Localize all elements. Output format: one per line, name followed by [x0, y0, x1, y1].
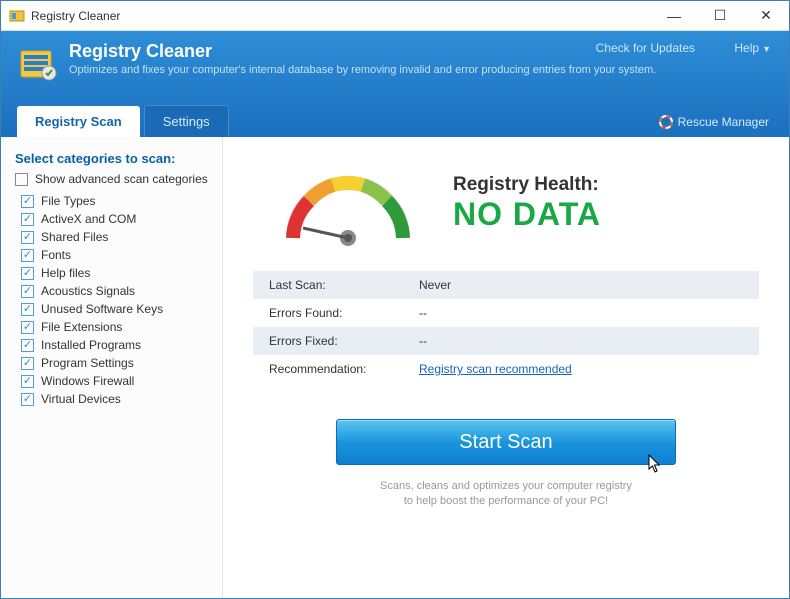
errors-fixed-label: Errors Fixed:	[269, 334, 419, 348]
tab-registry-scan[interactable]: Registry Scan	[17, 106, 140, 137]
category-label: Windows Firewall	[41, 374, 134, 388]
category-label: File Extensions	[41, 320, 122, 334]
app-window: Registry Cleaner — ☐ ✕ Check for Updates…	[0, 0, 790, 599]
checkbox-icon: ✓	[21, 267, 34, 280]
checkbox-icon: ✓	[21, 375, 34, 388]
category-label: Virtual Devices	[41, 392, 121, 406]
stat-errors-found: Errors Found: --	[253, 299, 759, 327]
check-updates-link[interactable]: Check for Updates	[596, 41, 695, 55]
category-checkbox[interactable]: ✓ Acoustics Signals	[21, 284, 208, 298]
health-row: Registry Health: NO DATA	[253, 153, 759, 253]
checkbox-icon	[15, 173, 28, 186]
last-scan-label: Last Scan:	[269, 278, 419, 292]
tab-settings[interactable]: Settings	[144, 105, 229, 137]
stat-last-scan: Last Scan: Never	[253, 271, 759, 299]
checkbox-icon: ✓	[21, 393, 34, 406]
category-checkbox[interactable]: ✓ Program Settings	[21, 356, 208, 370]
category-label: Installed Programs	[41, 338, 141, 352]
category-checkbox[interactable]: ✓ Unused Software Keys	[21, 302, 208, 316]
errors-fixed-value: --	[419, 334, 427, 348]
stat-recommendation: Recommendation: Registry scan recommende…	[253, 355, 759, 383]
health-title: Registry Health:	[453, 174, 601, 196]
footnote: Scans, cleans and optimizes your compute…	[380, 479, 632, 510]
errors-found-value: --	[419, 306, 427, 320]
category-checkbox[interactable]: ✓ ActiveX and COM	[21, 212, 208, 226]
checkbox-icon: ✓	[21, 303, 34, 316]
category-list: ✓ File Types ✓ ActiveX and COM ✓ Shared Files…	[21, 194, 208, 406]
checkbox-icon: ✓	[21, 249, 34, 262]
main-panel: Registry Health: NO DATA Last Scan: Neve…	[223, 137, 789, 598]
checkbox-icon: ✓	[21, 357, 34, 370]
category-label: Program Settings	[41, 356, 134, 370]
category-label: Acoustics Signals	[41, 284, 135, 298]
category-label: ActiveX and COM	[41, 212, 136, 226]
header: Check for Updates Help▼ Registry Cleaner…	[1, 31, 789, 137]
gauge-icon	[273, 153, 423, 253]
category-checkbox[interactable]: ✓ Virtual Devices	[21, 392, 208, 406]
category-label: Fonts	[41, 248, 71, 262]
header-links: Check for Updates Help▼	[578, 41, 771, 55]
close-button[interactable]: ✕	[743, 1, 789, 31]
category-label: File Types	[41, 194, 95, 208]
sidebar-title: Select categories to scan:	[15, 151, 208, 166]
health-value: NO DATA	[453, 196, 601, 233]
lifebuoy-icon	[659, 115, 673, 129]
registry-icon	[17, 43, 59, 85]
errors-found-label: Errors Found:	[269, 306, 419, 320]
show-advanced-checkbox[interactable]: Show advanced scan categories	[15, 172, 208, 186]
checkbox-icon: ✓	[21, 195, 34, 208]
app-icon	[9, 8, 25, 24]
maximize-button[interactable]: ☐	[697, 1, 743, 31]
body: Select categories to scan: Show advanced…	[1, 137, 789, 598]
start-scan-button[interactable]: Start Scan	[336, 419, 676, 465]
recommendation-label: Recommendation:	[269, 362, 419, 376]
recommendation-link[interactable]: Registry scan recommended	[419, 362, 572, 376]
rescue-manager-link[interactable]: Rescue Manager	[659, 115, 769, 129]
category-checkbox[interactable]: ✓ Shared Files	[21, 230, 208, 244]
tab-row: Registry Scan Settings Rescue Manager	[17, 103, 773, 137]
checkbox-icon: ✓	[21, 213, 34, 226]
checkbox-icon: ✓	[21, 339, 34, 352]
chevron-down-icon: ▼	[762, 44, 771, 54]
category-label: Unused Software Keys	[41, 302, 163, 316]
category-checkbox[interactable]: ✓ File Extensions	[21, 320, 208, 334]
rescue-label: Rescue Manager	[678, 115, 769, 129]
stat-errors-fixed: Errors Fixed: --	[253, 327, 759, 355]
sidebar: Select categories to scan: Show advanced…	[1, 137, 223, 598]
checkbox-icon: ✓	[21, 285, 34, 298]
category-label: Shared Files	[41, 230, 108, 244]
category-checkbox[interactable]: ✓ Installed Programs	[21, 338, 208, 352]
stats-table: Last Scan: Never Errors Found: -- Errors…	[253, 271, 759, 383]
checkbox-icon: ✓	[21, 321, 34, 334]
category-checkbox[interactable]: ✓ Windows Firewall	[21, 374, 208, 388]
help-link[interactable]: Help▼	[716, 41, 771, 55]
window-controls: — ☐ ✕	[651, 1, 789, 31]
category-label: Help files	[41, 266, 90, 280]
minimize-button[interactable]: —	[651, 1, 697, 31]
category-checkbox[interactable]: ✓ Help files	[21, 266, 208, 280]
titlebar: Registry Cleaner — ☐ ✕	[1, 1, 789, 31]
show-advanced-label: Show advanced scan categories	[35, 172, 208, 186]
header-subtitle: Optimizes and fixes your computer's inte…	[69, 64, 773, 76]
titlebar-title: Registry Cleaner	[31, 9, 651, 23]
category-checkbox[interactable]: ✓ Fonts	[21, 248, 208, 262]
last-scan-value: Never	[419, 278, 451, 292]
checkbox-icon: ✓	[21, 231, 34, 244]
category-checkbox[interactable]: ✓ File Types	[21, 194, 208, 208]
